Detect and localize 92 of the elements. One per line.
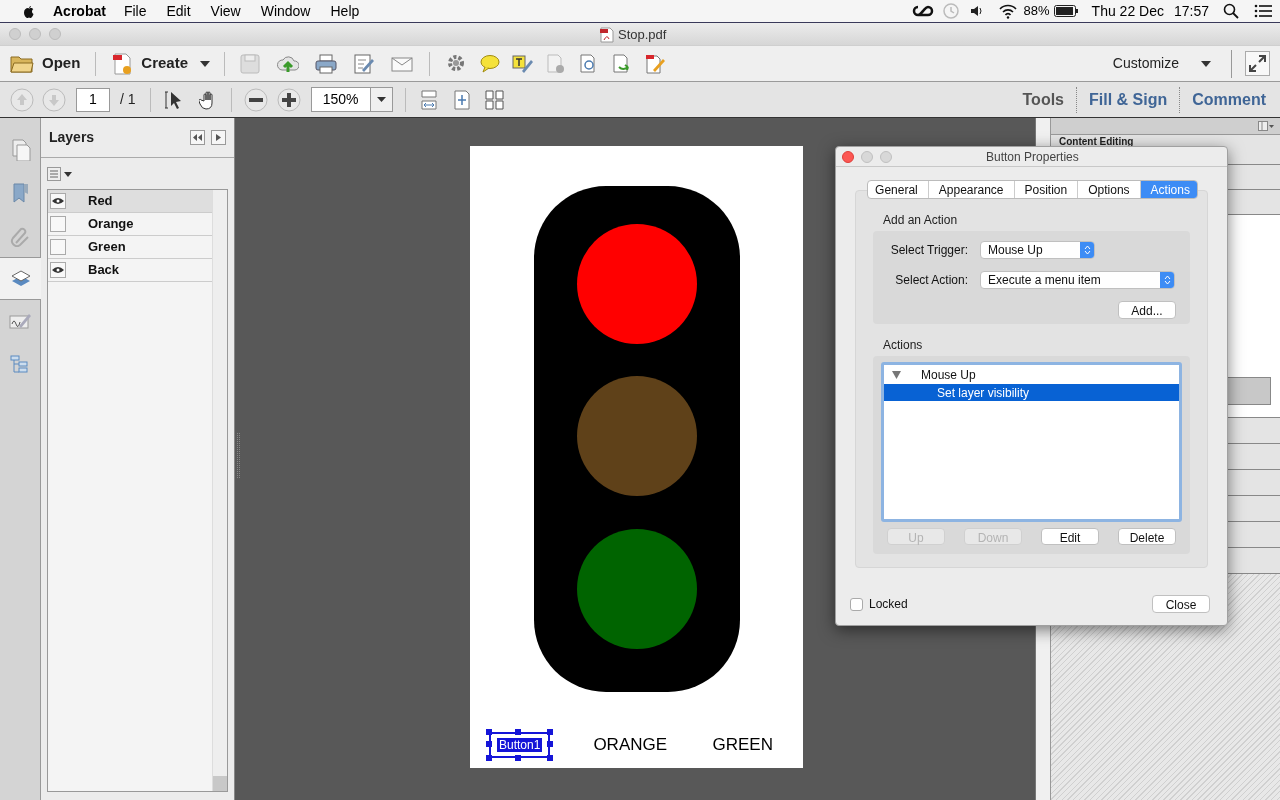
tree-icon[interactable] — [9, 353, 31, 376]
layer-name: Green — [88, 238, 126, 257]
highlighter-icon[interactable] — [512, 52, 535, 75]
menu-item[interactable]: Window — [260, 0, 311, 22]
speaker-icon[interactable] — [969, 4, 984, 18]
close-button[interactable]: Close — [1152, 595, 1210, 613]
pages-icon[interactable] — [9, 138, 31, 161]
collapse-button[interactable] — [190, 130, 205, 145]
list-icon[interactable] — [1254, 4, 1272, 18]
date-text: Thu 22 Dec — [1091, 1, 1164, 21]
checkbox-label: Locked — [869, 596, 908, 613]
layer-row[interactable]: Red — [48, 190, 212, 213]
menu-item[interactable]: View — [210, 0, 241, 22]
action-button[interactable]: Delete — [1118, 528, 1176, 545]
select-dropdown[interactable]: Execute a menu item — [980, 271, 1175, 289]
dialog-title: Button Properties — [986, 148, 1079, 166]
layer-row[interactable]: Orange — [48, 213, 212, 236]
caret-icon[interactable] — [200, 60, 211, 67]
zoom-in-icon[interactable] — [276, 87, 301, 112]
pdf-file-icon — [600, 26, 614, 43]
menu-item[interactable]: Edit — [166, 0, 191, 22]
dialog-tab[interactable]: Appearance — [928, 181, 1015, 198]
document-icon — [111, 51, 134, 76]
tree-item[interactable]: Set layer visibility — [884, 384, 1179, 401]
panel-title: Layers — [49, 128, 96, 147]
options-menu-icon[interactable] — [47, 166, 73, 181]
tree-item[interactable]: Mouse Up — [884, 365, 1179, 384]
customize-button[interactable]: Customize — [1112, 53, 1211, 74]
two-page-icon[interactable] — [483, 88, 506, 111]
dialog-tab[interactable]: Options — [1078, 181, 1141, 198]
action-button[interactable]: Edit — [1041, 528, 1099, 545]
app-menu[interactable]: Acrobat — [53, 0, 106, 22]
page-number-field[interactable]: 1 — [76, 87, 110, 112]
caret-icon[interactable] — [1201, 60, 1211, 67]
pane-tab[interactable]: Tools — [1022, 87, 1064, 112]
zoom-out-icon[interactable] — [243, 87, 268, 112]
eye-icon — [52, 266, 64, 274]
page-count: / 1 — [120, 90, 136, 109]
create-button[interactable]: Create — [111, 48, 211, 79]
battery-icon[interactable] — [1053, 5, 1078, 17]
fullscreen-button[interactable] — [1245, 51, 1270, 76]
chevron-icon — [1163, 275, 1171, 285]
chevron-icon — [1083, 245, 1091, 255]
battery-percentage: 88% — [1023, 2, 1050, 21]
section-label: Actions — [883, 337, 924, 354]
locked-checkbox[interactable] — [850, 597, 863, 611]
pane-tab[interactable]: Fill & Sign — [1089, 87, 1168, 112]
disclosure-triangle-icon[interactable] — [892, 370, 901, 379]
speech-bubble-icon[interactable] — [479, 52, 502, 75]
layer-name: Red — [88, 192, 113, 211]
field-label: Select Action: — [894, 272, 968, 289]
clock-text[interactable]: 17:57 — [1173, 0, 1209, 22]
triangle-icon[interactable] — [216, 134, 221, 141]
caret-icon[interactable] — [376, 97, 386, 102]
form-button[interactable]: ORANGE — [593, 732, 668, 758]
visibility-checkbox[interactable] — [50, 216, 66, 232]
dialog-tab[interactable]: Position — [1014, 181, 1079, 198]
folder-icon — [10, 53, 34, 74]
menu-item[interactable]: File — [123, 0, 147, 22]
pane-tab[interactable]: Comment — [1192, 87, 1266, 112]
section-heading[interactable]: Content Editing — [1059, 136, 1134, 147]
visibility-checkbox[interactable] — [50, 193, 66, 209]
section-label: Add an Action — [883, 212, 959, 229]
visibility-checkbox[interactable] — [50, 239, 66, 255]
layer-name: Back — [88, 261, 120, 280]
wifi-icon[interactable] — [997, 3, 1018, 19]
edit-document-icon[interactable] — [353, 52, 376, 75]
close-window-button[interactable] — [842, 150, 854, 163]
menu-item[interactable]: Help — [330, 0, 360, 22]
scrollbar[interactable] — [212, 190, 227, 791]
add-button[interactable]: Add... — [1118, 301, 1176, 319]
layer-row[interactable]: Back — [48, 259, 212, 282]
document-sign-icon[interactable] — [644, 52, 667, 75]
form-button[interactable]: GREEN — [712, 732, 773, 758]
field-label: Select Trigger: — [889, 242, 968, 259]
visibility-checkbox[interactable] — [50, 262, 66, 278]
apple-icon[interactable] — [21, 3, 35, 19]
actions-list[interactable]: Mouse Up Set layer visibility — [881, 362, 1182, 522]
eye-icon — [52, 197, 64, 205]
select-dropdown[interactable]: Mouse Up — [980, 241, 1095, 259]
expand-icon — [1249, 55, 1266, 72]
window-title: Stop.pdf — [618, 26, 667, 44]
panel-options-icon[interactable] — [1258, 121, 1274, 131]
zoom-dropdown[interactable]: 150% — [310, 87, 393, 112]
layer-row[interactable]: Green — [48, 236, 212, 259]
expand-button[interactable] — [211, 130, 226, 145]
printer-icon[interactable] — [315, 52, 338, 75]
layer-name: Orange — [88, 215, 134, 234]
open-button[interactable]: Open — [10, 48, 81, 79]
double-arrow-icon[interactable] — [193, 134, 202, 141]
search-icon[interactable] — [1223, 3, 1239, 19]
form-button[interactable]: Button1 — [486, 729, 554, 761]
